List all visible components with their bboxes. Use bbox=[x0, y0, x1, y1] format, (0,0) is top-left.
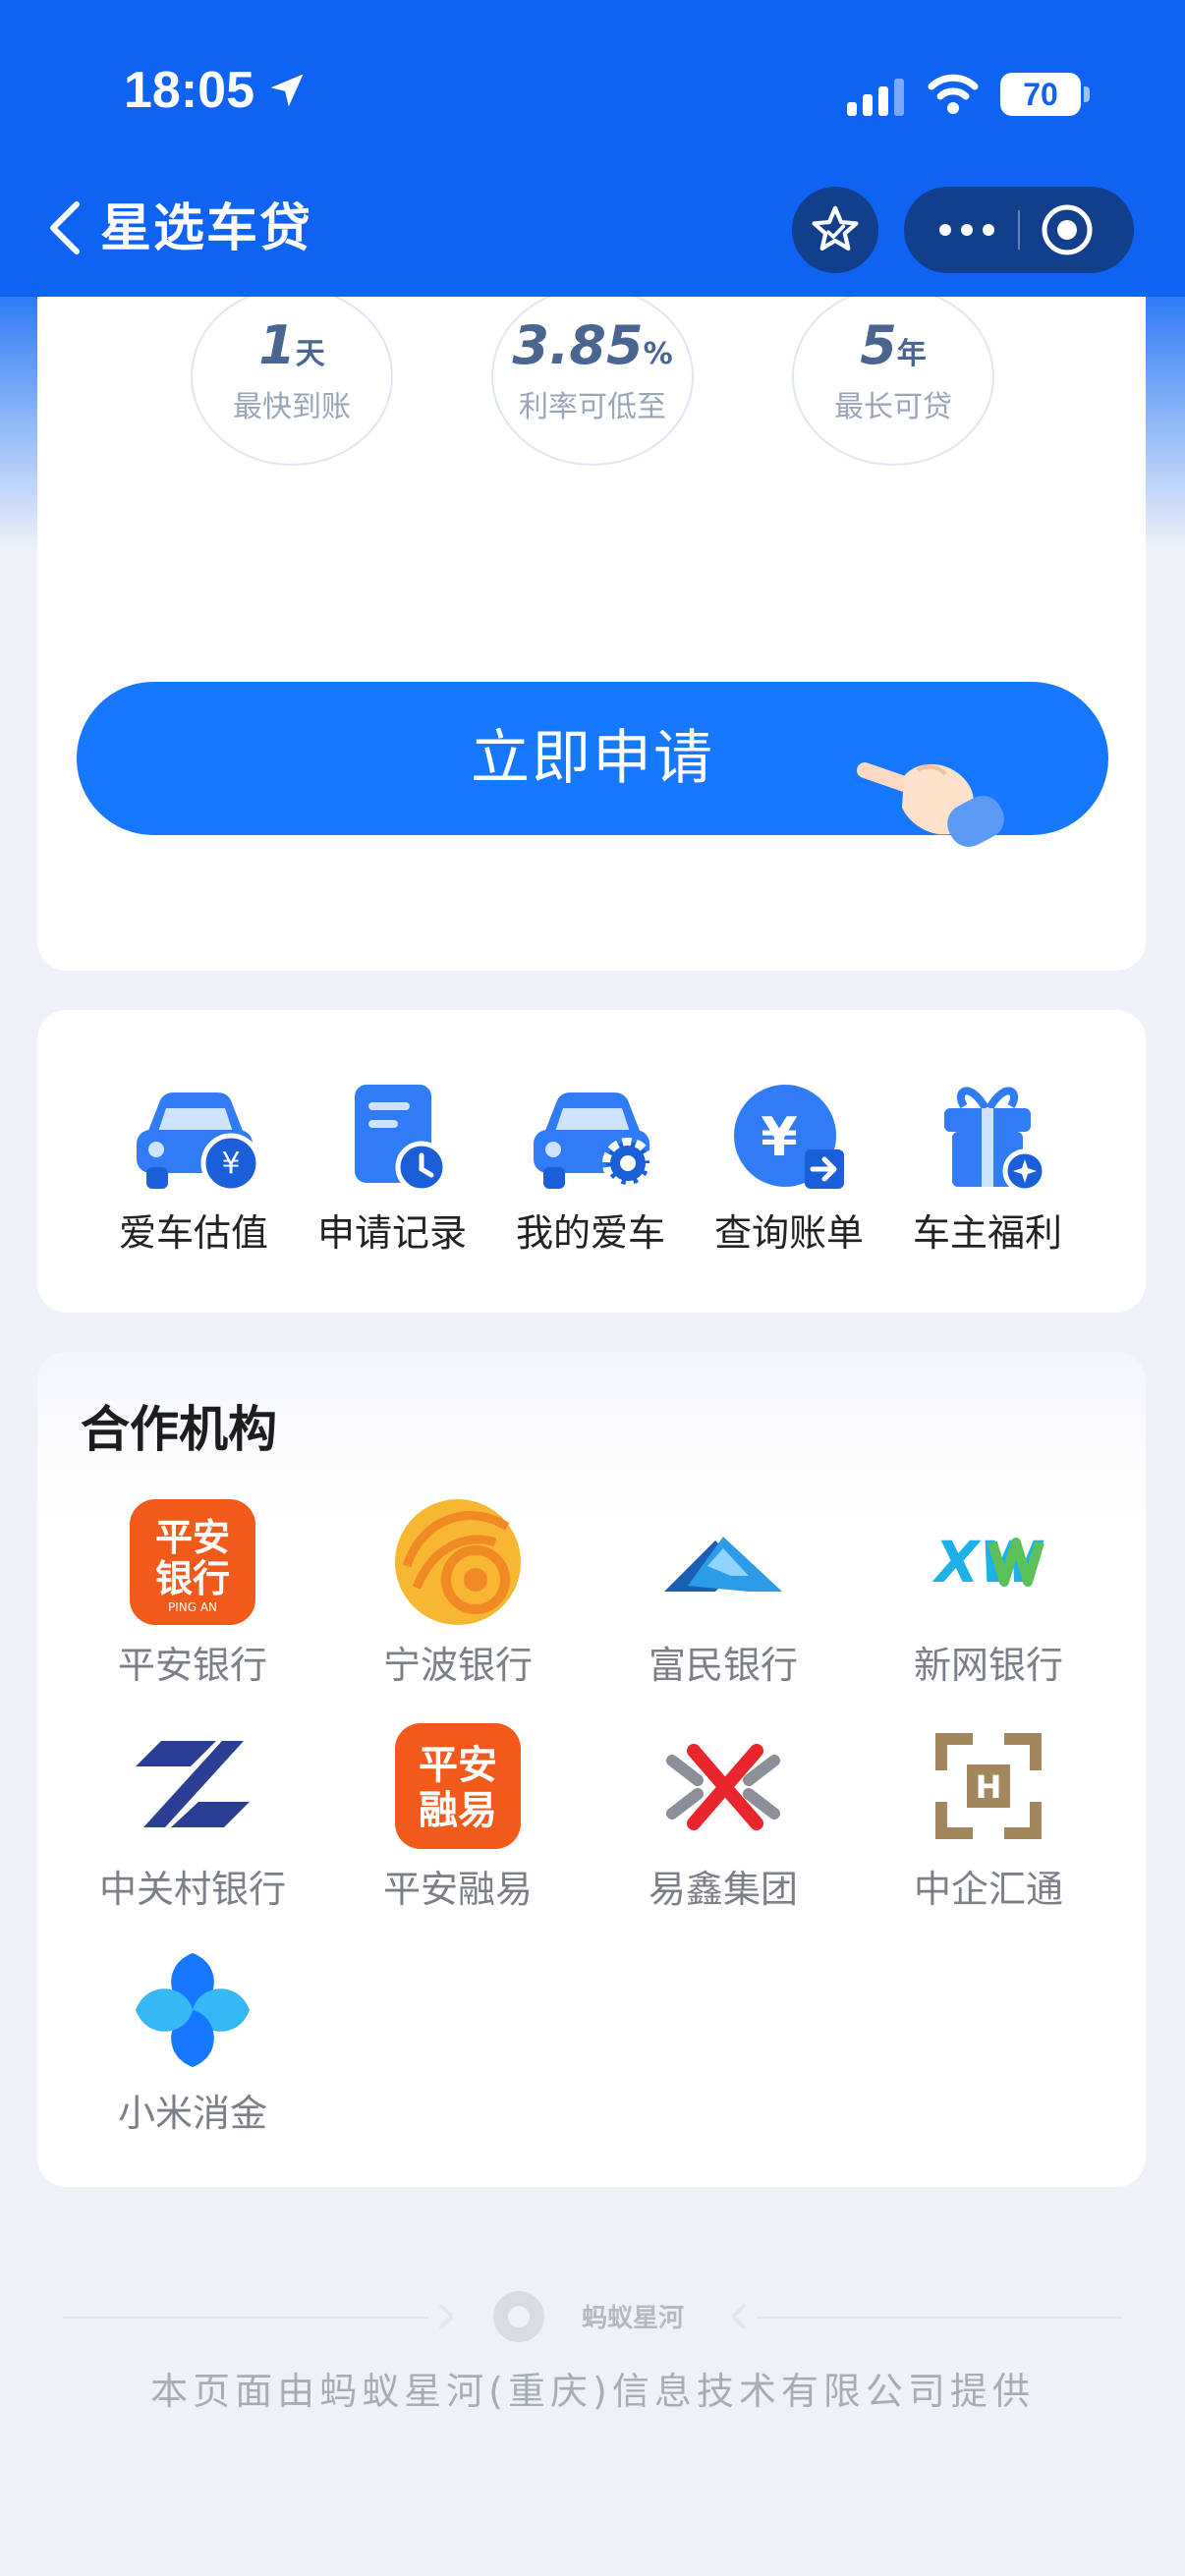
partner-ningbo-bank[interactable]: 宁波银行 bbox=[340, 1497, 576, 1690]
battery-indicator: 70 bbox=[1000, 73, 1081, 116]
favorite-button[interactable] bbox=[792, 187, 878, 273]
partner-pingan-rongyi[interactable]: 平安 融易 平安融易 bbox=[340, 1721, 576, 1914]
logo-text: H bbox=[976, 1768, 1002, 1806]
footer-logo-text: 蚂蚁星河 bbox=[582, 2304, 684, 2333]
partner-label: 小米消金 bbox=[117, 2092, 267, 2135]
stat-value: 5年 bbox=[860, 314, 927, 376]
service-car-valuation[interactable]: ¥ 爱车估值 bbox=[94, 1081, 293, 1258]
service-my-car[interactable]: 我的爱车 bbox=[491, 1081, 690, 1258]
back-chevron-icon[interactable] bbox=[45, 198, 85, 257]
cellular-signal-icon bbox=[847, 79, 904, 116]
footer-divider-left bbox=[63, 2317, 428, 2319]
partner-fumin-bank[interactable]: 富民银行 bbox=[605, 1497, 841, 1690]
location-arrow-icon bbox=[270, 74, 304, 107]
stat-value: 3.85% bbox=[512, 314, 673, 376]
logo-text: 银行 bbox=[155, 1557, 230, 1600]
wifi-icon bbox=[928, 74, 979, 114]
svg-text:¥: ¥ bbox=[221, 1147, 240, 1181]
status-time: 18:05 bbox=[124, 62, 254, 119]
page-title: 星选车贷 bbox=[100, 199, 313, 258]
service-label: 申请记录 bbox=[316, 1211, 467, 1255]
mini-program-capsule bbox=[904, 187, 1134, 273]
partner-label: 平安融易 bbox=[382, 1868, 533, 1911]
app-header: 18:05 70 星选车贷 bbox=[0, 0, 1185, 297]
xiaomi-consumer-finance-logo bbox=[136, 1953, 250, 2067]
close-target-icon[interactable] bbox=[1040, 202, 1095, 257]
my-car-icon bbox=[534, 1092, 653, 1189]
stat-label: 利率可低至 bbox=[519, 390, 666, 424]
stat-rate: 3.85% 利率可低至 bbox=[491, 287, 694, 466]
partner-zhongguancun-bank[interactable]: 中关村银行 bbox=[75, 1721, 310, 1914]
logo-text: 平安 bbox=[155, 1516, 230, 1559]
ant-xinghe-logo: 蚂蚁星河 bbox=[438, 2291, 747, 2342]
footer-provider-text: 本页面由蚂蚁星河(重庆)信息技术有限公司提供 bbox=[150, 2370, 1035, 2413]
ningbo-bank-logo bbox=[395, 1499, 521, 1625]
partner-label: 新网银行 bbox=[913, 1644, 1063, 1687]
service-label: 爱车估值 bbox=[118, 1211, 268, 1255]
stat-term: 5年 最长可贷 bbox=[792, 287, 994, 466]
partner-label: 富民银行 bbox=[648, 1644, 798, 1687]
bill-query-icon: ¥ bbox=[734, 1085, 844, 1189]
logo-text: 融易 bbox=[419, 1788, 497, 1833]
car-valuation-icon: ¥ bbox=[137, 1092, 260, 1194]
stat-label: 最快到账 bbox=[233, 390, 351, 424]
partner-yixin-group[interactable]: 易鑫集团 bbox=[605, 1721, 841, 1914]
pingan-rongyi-logo: 平安 融易 bbox=[395, 1723, 521, 1849]
service-application-record[interactable]: 申请记录 bbox=[293, 1081, 491, 1258]
logo-text: 平安 bbox=[419, 1743, 497, 1788]
xinwang-bank-logo: XW bbox=[932, 1529, 1045, 1596]
star-icon bbox=[812, 205, 859, 251]
pointing-hand-icon bbox=[857, 762, 1004, 847]
partner-xiaomi-consumer-finance[interactable]: 小米消金 bbox=[75, 1945, 310, 2138]
svg-text:¥: ¥ bbox=[761, 1106, 798, 1168]
partner-label: 中关村银行 bbox=[98, 1868, 286, 1911]
battery-tip bbox=[1084, 86, 1090, 102]
partner-pingan-bank[interactable]: 平安 银行 PING AN 平安银行 bbox=[75, 1497, 310, 1690]
stat-arrival: 1天 最快到账 bbox=[191, 287, 393, 466]
capsule-divider bbox=[1018, 210, 1020, 250]
stat-label: 最长可贷 bbox=[834, 390, 952, 424]
zhongguancun-bank-logo bbox=[136, 1741, 250, 1827]
stat-value: 1天 bbox=[258, 314, 325, 376]
footer-divider-right bbox=[757, 2317, 1122, 2319]
partner-xinwang-bank[interactable]: XW 新网银行 bbox=[871, 1497, 1106, 1690]
fumin-bank-logo bbox=[664, 1537, 782, 1592]
service-bill-query[interactable]: ¥ 查询账单 bbox=[690, 1081, 888, 1258]
gift-icon bbox=[944, 1087, 1047, 1194]
partner-label: 平安银行 bbox=[117, 1644, 267, 1687]
partner-zhongqi-huitong[interactable]: H 中企汇通 bbox=[871, 1721, 1106, 1914]
yixin-group-logo bbox=[666, 1744, 780, 1830]
service-label: 我的爱车 bbox=[515, 1211, 665, 1255]
partner-label: 易鑫集团 bbox=[648, 1868, 798, 1911]
partner-label: 宁波银行 bbox=[382, 1644, 533, 1687]
more-icon[interactable] bbox=[935, 214, 998, 246]
service-owner-benefits[interactable]: 车主福利 bbox=[888, 1081, 1087, 1258]
pingan-bank-logo: 平安 银行 PING AN bbox=[130, 1499, 255, 1625]
service-label: 查询账单 bbox=[713, 1211, 864, 1255]
application-record-icon bbox=[355, 1085, 448, 1194]
zhongqi-huitong-logo: H bbox=[935, 1733, 1042, 1839]
logo-text: PING AN bbox=[168, 1600, 217, 1614]
partner-label: 中企汇通 bbox=[913, 1868, 1063, 1911]
service-label: 车主福利 bbox=[912, 1211, 1062, 1255]
partners-title: 合作机构 bbox=[81, 1401, 277, 1458]
